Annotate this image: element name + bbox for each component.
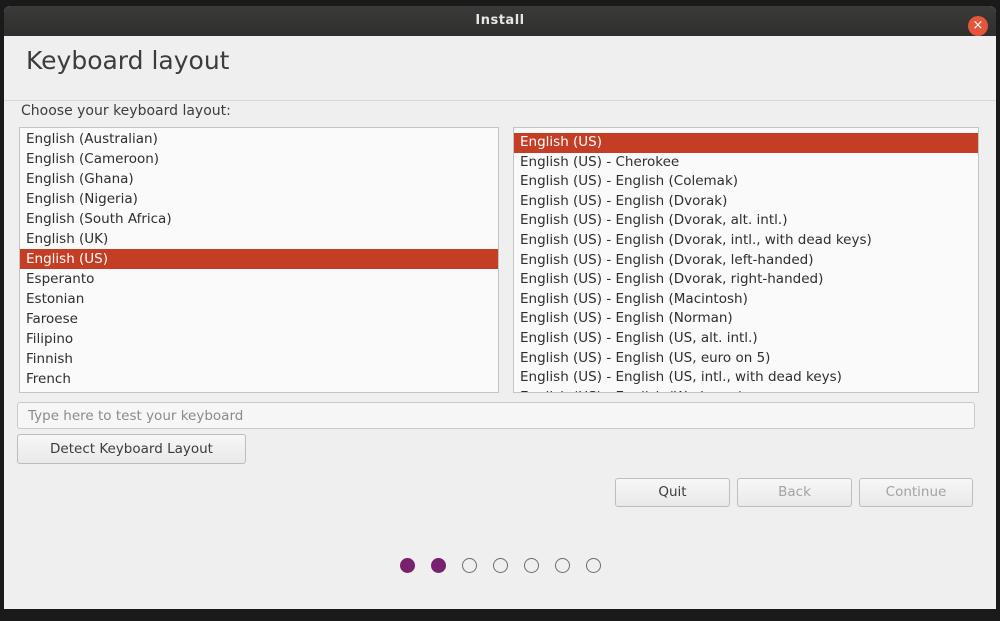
layout-item[interactable]: English (Cameroon) [20, 149, 498, 169]
layout-item[interactable]: Finnish [20, 349, 498, 369]
back-button[interactable]: Back [737, 478, 852, 507]
variant-item[interactable]: English (US) - English (US, euro on 5) [514, 349, 978, 369]
layout-item[interactable]: English (UK) [20, 229, 498, 249]
variant-item[interactable]: English (US) [514, 133, 978, 153]
variant-list[interactable]: English (US) English (US) - Cherokee Engli… [513, 127, 979, 393]
window-title: Install [475, 13, 525, 28]
quit-button[interactable]: Quit [615, 478, 730, 507]
divider [4, 100, 996, 101]
page-title: Keyboard layout [26, 46, 230, 75]
layout-item[interactable]: French [20, 369, 498, 389]
layout-list-items: English (Australian) English (Cameroon) En… [20, 129, 498, 389]
layout-prompt: Choose your keyboard layout: [21, 103, 231, 119]
layout-item[interactable]: Estonian [20, 289, 498, 309]
variant-item[interactable]: English (US) - English (Dvorak) [514, 192, 978, 212]
layout-item[interactable]: English (US) [20, 249, 498, 269]
variant-item[interactable]: English (US) - English (Dvorak, right-ha… [514, 270, 978, 290]
progress-dot [586, 558, 601, 573]
variant-item[interactable]: English (US) - English (Dvorak, alt. int… [514, 211, 978, 231]
variant-item[interactable]: English (US) - English (Dvorak, intl., w… [514, 231, 978, 251]
progress-dot [555, 558, 570, 573]
continue-button[interactable]: Continue [859, 478, 973, 507]
progress-dot [462, 558, 477, 573]
detect-layout-button[interactable]: Detect Keyboard Layout [17, 434, 246, 464]
layout-item[interactable]: English (Ghana) [20, 169, 498, 189]
close-icon[interactable]: × [968, 16, 988, 36]
progress-dot [524, 558, 539, 573]
variant-item[interactable]: English (US) - English (US, intl., with … [514, 368, 978, 388]
layout-item[interactable]: Esperanto [20, 269, 498, 289]
progress-dot [400, 558, 415, 573]
variant-item[interactable]: English (US) - Cherokee [514, 153, 978, 173]
variant-item[interactable]: English (US) - English (Dvorak, left-han… [514, 251, 978, 271]
layout-item[interactable]: Filipino [20, 329, 498, 349]
layout-item[interactable]: English (Australian) [20, 129, 498, 149]
layout-item[interactable]: Faroese [20, 309, 498, 329]
variant-item[interactable]: English (US) - English (Norman) [514, 309, 978, 329]
variant-item[interactable]: English (US) - English (Macintosh) [514, 290, 978, 310]
variant-item[interactable]: English (US) - English (Workman) [514, 388, 978, 392]
installer-window: Install × Keyboard layout Choose your ke… [4, 6, 996, 609]
title-bar[interactable]: Install × [4, 6, 996, 36]
layout-item[interactable]: English (Nigeria) [20, 189, 498, 209]
variant-item[interactable]: English (US) - English (Colemak) [514, 172, 978, 192]
layout-list[interactable]: English (Australian) English (Cameroon) En… [19, 127, 499, 393]
variant-item[interactable]: English (US) - English (US, alt. intl.) [514, 329, 978, 349]
variant-list-items: English (US) English (US) - Cherokee Engli… [514, 133, 978, 392]
progress-dot [493, 558, 508, 573]
keyboard-test-input[interactable] [17, 402, 975, 429]
progress-dot [431, 558, 446, 573]
layout-item[interactable]: English (South Africa) [20, 209, 498, 229]
